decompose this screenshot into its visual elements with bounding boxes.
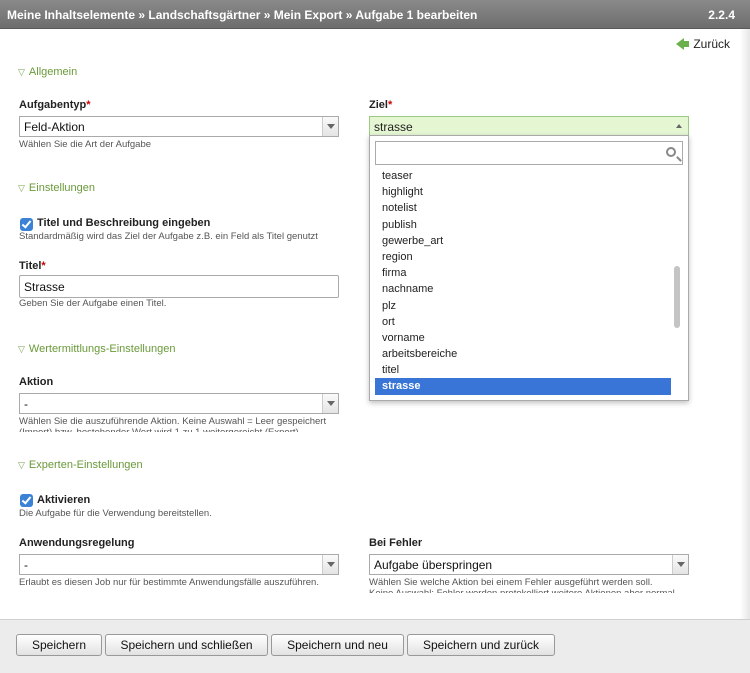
- ziel-option[interactable]: nachname: [375, 281, 671, 297]
- ziel-option[interactable]: gewerbe_art: [375, 233, 671, 249]
- save-button[interactable]: Speichern: [16, 634, 102, 656]
- ziel-option[interactable]: ort: [375, 314, 671, 330]
- chevron-down-icon: [322, 555, 338, 574]
- ziel-option[interactable]: highlight: [375, 184, 671, 200]
- section-experten[interactable]: ▽ Experten-Einstellungen: [18, 459, 143, 471]
- ziel-option[interactable]: region: [375, 249, 671, 265]
- aufgabentyp-label: Aufgabentyp*: [19, 99, 91, 111]
- ziel-select[interactable]: strasse: [369, 116, 689, 136]
- save-close-button[interactable]: Speichern und schließen: [105, 634, 268, 656]
- ziel-options-list: teaser highlight notelist publish gewerbe_ar…: [375, 168, 671, 395]
- ziel-option[interactable]: strasse: [375, 378, 671, 395]
- collapse-triangle-icon: ▽: [18, 459, 25, 470]
- aufgabentyp-select[interactable]: Feld-Aktion: [19, 116, 339, 137]
- chevron-down-icon: [322, 394, 338, 413]
- section-title: Wertermittlungs-Einstellungen: [28, 343, 176, 355]
- breadcrumb: Meine Inhaltselemente » Landschaftsgärtn…: [7, 8, 478, 22]
- anwendungsregelung-hint: Erlaubt es diesen Job nur für bestimmte …: [19, 577, 319, 588]
- aktivieren-checkbox[interactable]: [20, 494, 33, 507]
- aktion-label: Aktion: [19, 376, 54, 388]
- bei-fehler-label: Bei Fehler: [369, 537, 423, 549]
- ziel-option[interactable]: titel: [375, 362, 671, 378]
- section-title: Allgemein: [28, 66, 78, 78]
- section-allgemein[interactable]: ▽ Allgemein: [18, 66, 77, 78]
- titel-hint: Geben Sie der Aufgabe einen Titel.: [19, 298, 167, 309]
- footer-bar: Speichern Speichern und schließen Speich…: [0, 619, 750, 673]
- ziel-option[interactable]: plz: [375, 298, 671, 314]
- section-title: Einstellungen: [28, 182, 95, 194]
- ziel-option[interactable]: publish: [375, 217, 671, 233]
- section-wertermittlung[interactable]: ▽ Wertermittlungs-Einstellungen: [18, 343, 175, 355]
- aktion-select[interactable]: -: [19, 393, 339, 414]
- version-label: 2.2.4: [708, 8, 735, 22]
- titel-checkbox[interactable]: [20, 218, 33, 231]
- ziel-label: Ziel*: [369, 99, 393, 111]
- ziel-option[interactable]: vorname: [375, 330, 671, 346]
- search-icon: [666, 147, 676, 157]
- chevron-down-icon: [322, 117, 338, 136]
- back-link[interactable]: Zurück: [676, 37, 730, 51]
- aktion-hint: Wählen Sie die auszuführende Aktion. Kei…: [19, 416, 327, 427]
- back-label: Zurück: [693, 37, 730, 51]
- section-title: Experten-Einstellungen: [28, 459, 143, 471]
- back-arrow-icon: [676, 38, 685, 50]
- ziel-option[interactable]: arbeitsbereiche: [375, 346, 671, 362]
- aktivieren-label: Aktivieren: [37, 494, 91, 506]
- ziel-option[interactable]: teaser: [375, 168, 671, 184]
- collapse-triangle-icon: ▽: [18, 343, 25, 354]
- back-arrow-stem: [684, 41, 690, 47]
- chevron-down-icon: [672, 555, 688, 574]
- section-einstellungen[interactable]: ▽ Einstellungen: [18, 182, 95, 194]
- bei-fehler-select[interactable]: Aufgabe überspringen: [369, 554, 689, 575]
- titel-checkbox-hint: Standardmäßig wird das Ziel der Aufgabe …: [19, 231, 318, 242]
- collapse-triangle-icon: ▽: [18, 182, 25, 193]
- bei-fehler-hint: Wählen Sie welche Aktion bei einem Fehle…: [369, 577, 653, 588]
- anwendungsregelung-select[interactable]: -: [19, 554, 339, 575]
- ziel-search-input[interactable]: [375, 141, 683, 165]
- title-bar: Meine Inhaltselemente » Landschaftsgärtn…: [0, 0, 750, 29]
- dropdown-scrollbar[interactable]: [674, 266, 680, 328]
- ziel-dropdown-panel: teaser highlight notelist publish gewerbe_ar…: [369, 135, 689, 401]
- titel-label: Titel*: [19, 260, 46, 272]
- anwendungsregelung-label: Anwendungsregelung: [19, 537, 135, 549]
- chevron-up-icon: [676, 124, 682, 128]
- titel-checkbox-label: Titel und Beschreibung eingeben: [37, 217, 211, 229]
- aufgabentyp-hint: Wählen Sie die Art der Aufgabe: [19, 139, 152, 150]
- collapse-triangle-icon: ▽: [18, 66, 25, 77]
- ziel-option[interactable]: firma: [375, 265, 671, 281]
- save-back-button[interactable]: Speichern und zurück: [407, 634, 555, 656]
- titel-input[interactable]: Strasse: [19, 275, 339, 298]
- aktivieren-hint: Die Aufgabe für die Verwendung bereitste…: [19, 508, 212, 519]
- ziel-option[interactable]: notelist: [375, 200, 671, 216]
- bei-fehler-hint-2: Keine Auswahl: Fehler werden protokollie…: [369, 588, 699, 593]
- aktion-hint-2: (Import) bzw. bestehender Wert wird 1 zu…: [19, 427, 359, 432]
- scroll-edge: [740, 29, 750, 619]
- save-new-button[interactable]: Speichern und neu: [271, 634, 404, 656]
